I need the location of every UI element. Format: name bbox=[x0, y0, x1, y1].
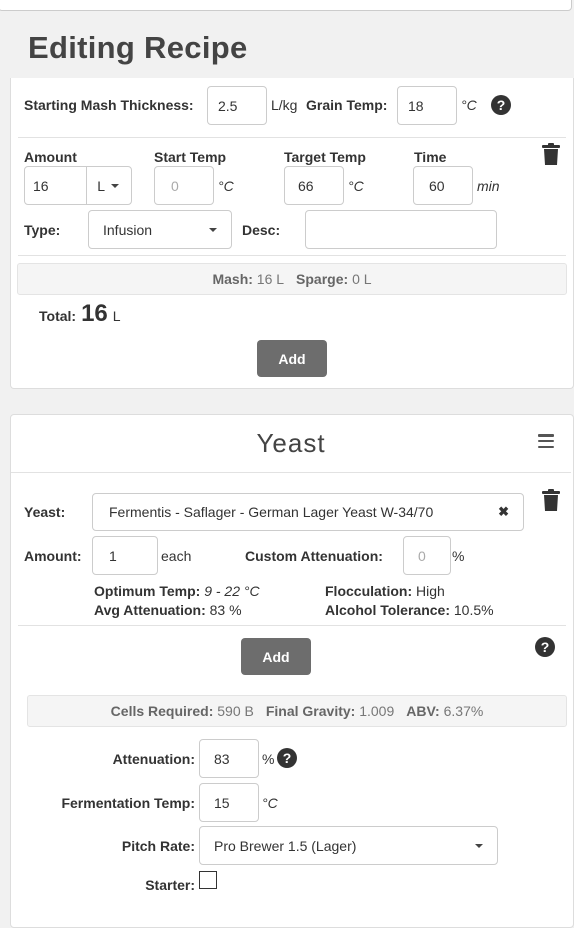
type-select-value: Infusion bbox=[103, 221, 153, 238]
yeast-amount-label: Amount: bbox=[24, 548, 82, 564]
divider bbox=[18, 625, 566, 626]
target-temp-label: Target Temp bbox=[284, 149, 366, 165]
start-temp-input[interactable]: 0 bbox=[154, 166, 214, 205]
optimum-temp: Optimum Temp: 9 - 22 °C bbox=[94, 583, 260, 599]
attenuation-unit: % bbox=[262, 751, 275, 767]
help-icon[interactable]: ? bbox=[277, 748, 297, 768]
abv: ABV: 6.37% bbox=[406, 703, 484, 719]
pitch-rate-label: Pitch Rate: bbox=[121, 838, 195, 854]
fermentation-temp-unit: °C bbox=[262, 795, 278, 811]
yeast-summary: Cells Required: 590 B Final Gravity: 1.0… bbox=[27, 695, 567, 727]
type-select[interactable]: Infusion bbox=[88, 210, 232, 249]
divider bbox=[18, 137, 566, 138]
fermentation-temp-label: Fermentation Temp: bbox=[61, 795, 195, 811]
target-temp-input[interactable]: 66 bbox=[284, 166, 344, 205]
trash-icon[interactable] bbox=[542, 143, 560, 165]
fermentation-temp-input[interactable]: 15 bbox=[199, 783, 259, 822]
help-icon[interactable]: ? bbox=[491, 95, 511, 115]
amount-value[interactable]: 16 bbox=[25, 178, 86, 194]
yeast-select-value: Fermentis - Saflager - German Lager Yeas… bbox=[109, 504, 434, 520]
hamburger-menu-icon[interactable] bbox=[538, 434, 554, 448]
attenuation-label: Attenuation: bbox=[112, 751, 195, 767]
amount-unit-value: L bbox=[97, 177, 105, 194]
chevron-down-icon bbox=[111, 183, 119, 188]
yeast-select[interactable]: Fermentis - Saflager - German Lager Yeas… bbox=[92, 493, 524, 531]
custom-attenuation-unit: % bbox=[452, 548, 465, 564]
mash-thickness-input[interactable]: 2.5 bbox=[207, 86, 267, 125]
flocculation: Flocculation: High bbox=[325, 583, 445, 599]
grain-temp-unit: °C bbox=[461, 97, 477, 113]
amount-label: Amount bbox=[24, 149, 77, 165]
mash-thickness-label: Starting Mash Thickness: bbox=[24, 97, 194, 113]
top-search-bar[interactable] bbox=[0, 0, 572, 11]
desc-label: Desc: bbox=[242, 222, 281, 238]
final-gravity: Final Gravity: 1.009 bbox=[265, 703, 395, 719]
total-value: 16 bbox=[81, 300, 108, 327]
desc-input[interactable] bbox=[305, 210, 497, 249]
sparge-volume: Sparge: 0 L bbox=[296, 271, 372, 287]
mash-volume: Mash: 16 L bbox=[212, 271, 285, 287]
grain-temp-input[interactable]: 18 bbox=[397, 86, 457, 125]
attenuation-input[interactable]: 83 bbox=[199, 739, 259, 778]
mash-summary: Mash: 16 L Sparge: 0 L bbox=[17, 263, 567, 295]
chevron-down-icon bbox=[209, 227, 217, 232]
custom-attenuation-label: Custom Attenuation: bbox=[245, 548, 383, 564]
amount-unit-select[interactable]: L bbox=[86, 167, 131, 204]
time-label: Time bbox=[414, 149, 447, 165]
divider bbox=[18, 255, 566, 256]
yeast-amount-unit: each bbox=[161, 548, 192, 564]
type-label: Type: bbox=[24, 222, 61, 238]
add-yeast-button[interactable]: Add bbox=[241, 638, 311, 675]
starter-label: Starter: bbox=[145, 877, 195, 893]
target-temp-unit: °C bbox=[348, 178, 364, 194]
page-title: Editing Recipe bbox=[28, 30, 248, 65]
divider bbox=[11, 472, 571, 473]
close-icon[interactable]: ✖ bbox=[498, 504, 509, 520]
yeast-section-title: Yeast bbox=[256, 428, 326, 458]
time-input[interactable]: 60 bbox=[413, 166, 473, 205]
total-volume: Total: 16 L bbox=[39, 300, 121, 327]
start-temp-unit: °C bbox=[218, 178, 234, 194]
grain-temp-label: Grain Temp: bbox=[306, 97, 388, 113]
pitch-rate-select[interactable]: Pro Brewer 1.5 (Lager) bbox=[199, 826, 498, 865]
chevron-down-icon bbox=[475, 843, 483, 848]
yeast-amount-input[interactable]: 1 bbox=[92, 536, 158, 575]
trash-icon[interactable] bbox=[542, 489, 560, 511]
pitch-rate-value: Pro Brewer 1.5 (Lager) bbox=[214, 837, 357, 854]
time-unit: min bbox=[477, 178, 500, 194]
total-unit: L bbox=[112, 308, 121, 324]
alcohol-tolerance: Alcohol Tolerance: 10.5% bbox=[325, 602, 494, 618]
help-icon[interactable]: ? bbox=[535, 637, 555, 657]
cells-required: Cells Required: 590 B bbox=[110, 703, 254, 719]
avg-attenuation: Avg Attenuation: 83 % bbox=[94, 602, 242, 618]
custom-attenuation-input[interactable]: 0 bbox=[403, 536, 451, 575]
mash-thickness-unit: L/kg bbox=[271, 97, 298, 113]
starter-checkbox[interactable] bbox=[199, 871, 217, 889]
amount-input-group: 16 L bbox=[24, 166, 132, 205]
add-mash-step-button[interactable]: Add bbox=[257, 340, 327, 377]
yeast-label: Yeast: bbox=[24, 504, 66, 520]
start-temp-label: Start Temp bbox=[154, 149, 227, 165]
